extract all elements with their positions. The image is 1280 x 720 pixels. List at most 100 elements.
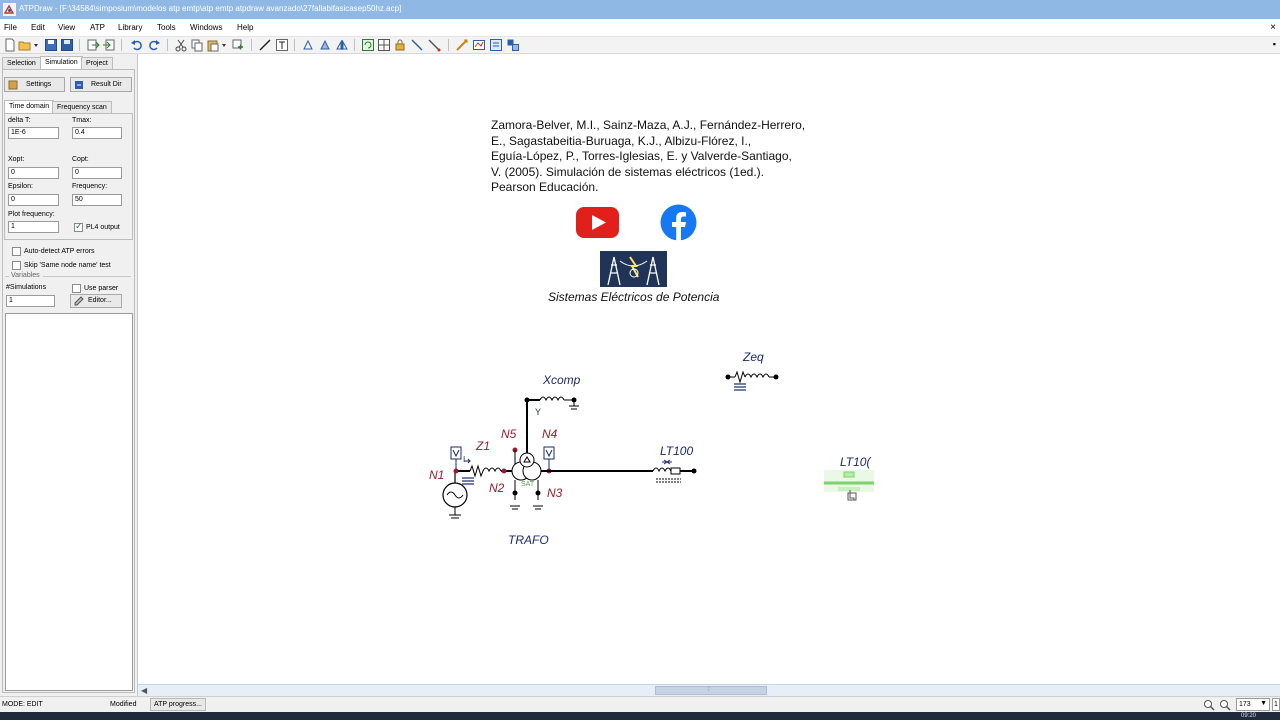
menu-atp[interactable]: ATP: [90, 23, 105, 32]
voltage-probe-icon[interactable]: [543, 446, 555, 471]
export-icon[interactable]: [102, 38, 116, 52]
import-icon[interactable]: [86, 38, 100, 52]
tab-project[interactable]: Project: [81, 57, 113, 69]
xopt-field[interactable]: 0: [8, 167, 59, 179]
tab-simulation[interactable]: Simulation: [40, 56, 83, 69]
zeq-label: Zeq: [743, 350, 764, 364]
atp-progress-button[interactable]: ATP progress...: [150, 698, 206, 711]
save-icon[interactable]: [44, 38, 58, 52]
settings-button[interactable]: Settings: [4, 77, 65, 92]
pl4-output-checkbox[interactable]: [74, 221, 83, 232]
auto-detect-checkbox[interactable]: [12, 247, 21, 256]
draw-line-icon[interactable]: [258, 38, 272, 52]
atpdraw-app-icon[interactable]: [3, 3, 16, 16]
open-folder-icon[interactable]: [18, 38, 32, 52]
scroll-left-icon[interactable]: ◀: [141, 686, 147, 695]
youtube-icon[interactable]: [576, 207, 619, 238]
rotate-left-icon[interactable]: [301, 38, 315, 52]
variables-list[interactable]: [5, 313, 133, 691]
trafo-label: TRAFO: [508, 533, 549, 547]
undo-icon[interactable]: [130, 38, 144, 52]
zoom-out-icon[interactable]: [1219, 699, 1231, 711]
cut-icon[interactable]: [174, 38, 188, 52]
tab-frequency-scan[interactable]: Frequency scan: [52, 101, 112, 113]
paste-dropdown-icon[interactable]: [221, 38, 227, 52]
auto-detect-label: Auto-detect ATP errors: [24, 248, 95, 255]
skip-same-node-checkbox[interactable]: [12, 261, 21, 270]
delta-t-field[interactable]: 1E-6: [8, 127, 59, 139]
node-n4-label: N4: [542, 427, 558, 441]
grid-icon[interactable]: [377, 38, 391, 52]
edit-commands-icon[interactable]: [489, 38, 503, 52]
menu-edit[interactable]: Edit: [31, 23, 45, 32]
new-file-icon[interactable]: [3, 38, 17, 52]
zoom-extra-field[interactable]: 1: [1272, 698, 1280, 711]
horizontal-scrollbar[interactable]: ◀ ⁞: [138, 684, 1280, 696]
result-dir-icon: [75, 81, 83, 89]
menu-library[interactable]: Library: [118, 23, 142, 32]
y-connection-mark: Y: [535, 407, 541, 417]
menu-windows[interactable]: Windows: [190, 23, 222, 32]
tab-selection[interactable]: Selection: [2, 57, 41, 69]
zoom-select[interactable]: 173 ▼: [1236, 698, 1270, 711]
z1-impedance[interactable]: [469, 464, 513, 478]
save-all-icon[interactable]: [60, 38, 74, 52]
result-dir-button[interactable]: Result Dir: [70, 77, 132, 92]
frequency-label: Frequency:: [72, 183, 108, 190]
result-dir-button-label: Result Dir: [91, 81, 122, 88]
menu-view[interactable]: View: [58, 23, 75, 32]
variables-group-line: [5, 276, 9, 277]
toolbar: ▪: [0, 37, 1280, 54]
tmax-field[interactable]: 0.4: [72, 127, 122, 139]
editor-button[interactable]: Editor...: [70, 294, 122, 308]
settings-icon: [8, 80, 18, 90]
xopt-label: Xopt:: [8, 156, 25, 163]
voltage-probe-icon[interactable]: [450, 446, 462, 471]
open-dropdown-icon[interactable]: [33, 38, 39, 52]
connection-icon[interactable]: [427, 38, 441, 52]
pl4-output-label: PL4 output: [86, 224, 120, 231]
lt100-selected-component[interactable]: [824, 470, 874, 501]
zoom-in-icon[interactable]: [1203, 699, 1215, 711]
lt100-line[interactable]: [652, 459, 697, 483]
variables-group-line: [43, 276, 131, 277]
copt-field[interactable]: 0: [72, 167, 122, 179]
menu-help[interactable]: Help: [237, 23, 253, 32]
domain-tabs: Time domain Frequency scan: [4, 100, 134, 113]
time-domain-pane: delta T: 1E-6 Tmax: 0.4 Xopt: 0 Copt: 0 …: [4, 113, 133, 240]
trafo-transformer[interactable]: SAT: [511, 452, 542, 488]
z1-label: Z1: [476, 439, 491, 453]
lock-icon[interactable]: [393, 38, 407, 52]
rotate-right-icon[interactable]: [318, 38, 332, 52]
plot-frequency-field[interactable]: 1: [8, 221, 59, 233]
frequency-field[interactable]: 50: [72, 194, 122, 206]
reference-line: Pearson Educación.: [491, 180, 599, 194]
duplicate-icon[interactable]: [231, 38, 245, 52]
redo-icon[interactable]: [147, 38, 161, 52]
xcomp-reactor[interactable]: [539, 396, 579, 410]
plot-frequency-label: Plot frequency:: [8, 211, 55, 218]
lt100-label: LT100: [660, 444, 694, 458]
flip-icon[interactable]: [335, 38, 349, 52]
toolbar-overflow-icon[interactable]: ▪: [1273, 39, 1276, 49]
output-manager-icon[interactable]: [506, 38, 520, 52]
menu-file[interactable]: File: [4, 23, 17, 32]
zeq-impedance[interactable]: [725, 370, 779, 391]
menu-tools[interactable]: Tools: [157, 23, 176, 32]
text-icon[interactable]: [275, 38, 289, 52]
simulations-field[interactable]: 1: [6, 295, 55, 307]
copy-icon[interactable]: [190, 38, 204, 52]
plot-icon[interactable]: [472, 38, 486, 52]
facebook-icon[interactable]: [660, 204, 697, 241]
scrollbar-thumb[interactable]: ⁞: [655, 686, 767, 695]
tab-time-domain[interactable]: Time domain: [4, 100, 55, 113]
run-atp-icon[interactable]: [455, 38, 469, 52]
paste-icon[interactable]: [206, 38, 220, 52]
use-parser-checkbox[interactable]: [72, 284, 81, 293]
title-bar: ATPDraw - [F:\34584\simposium\modelos at…: [0, 0, 1280, 19]
use-parser-label: Use parser: [84, 285, 119, 292]
mdi-close-icon[interactable]: ×: [1270, 22, 1276, 33]
refresh-icon[interactable]: [361, 38, 375, 52]
wire-icon[interactable]: [410, 38, 424, 52]
epsilon-field[interactable]: 0: [8, 194, 59, 206]
